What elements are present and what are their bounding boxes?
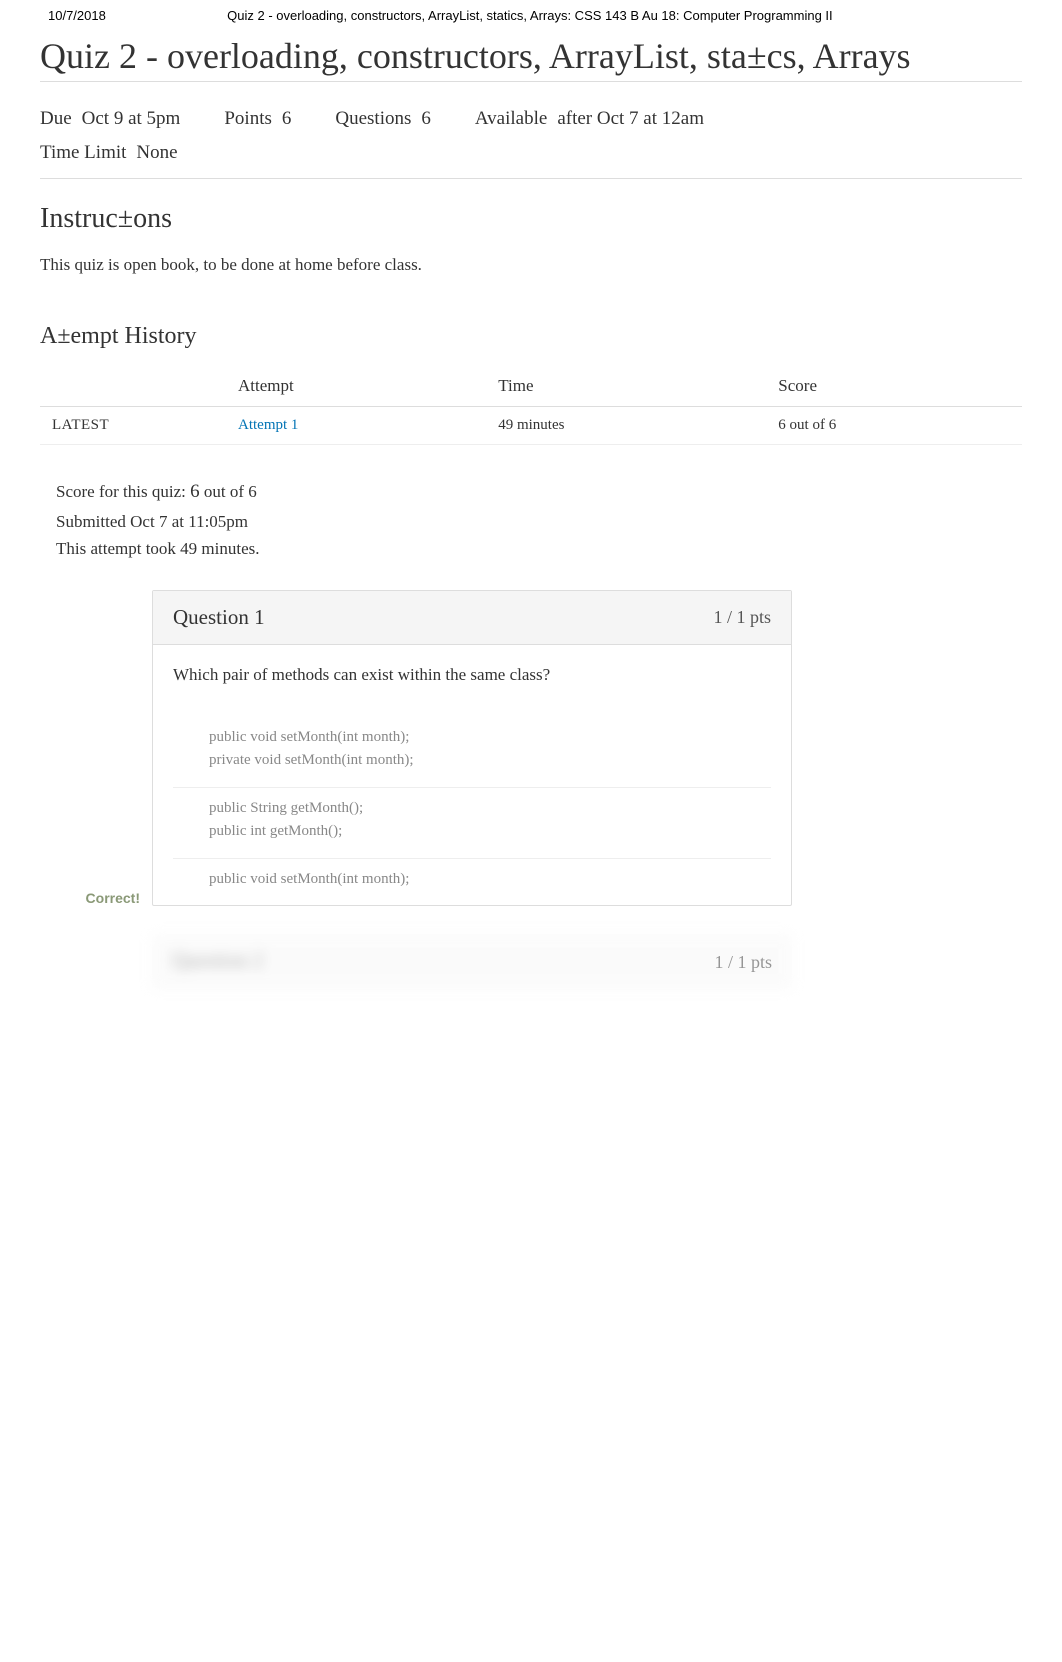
question-sidebar <box>40 934 152 1234</box>
meta-due-label: Due <box>40 102 72 136</box>
meta-available-value: after Oct 7 at 12am <box>557 102 704 136</box>
meta-points-label: Points <box>224 102 272 136</box>
attempt-time: 49 minutes <box>490 407 770 445</box>
meta-due-value: Oct 9 at 5pm <box>82 102 181 136</box>
submitted-line: Submitted Oct 7 at 11:05pm <box>56 508 1022 535</box>
attempt-link[interactable]: Attempt 1 <box>238 417 298 433</box>
latest-badge: LATEST <box>40 407 230 445</box>
meta-points-value: 6 <box>282 102 292 136</box>
question-container-blurred: 1 / 1 pts Question 2 <box>40 934 1022 1234</box>
score-value: 6 <box>190 481 200 502</box>
took-line: This attempt took 49 minutes. <box>56 535 1022 562</box>
meta-timelimit-value: None <box>136 136 177 170</box>
answer-line: public String getMonth(); <box>209 800 771 817</box>
attempt-score: 6 out of 6 <box>770 407 1022 445</box>
answer-line: public int getMonth(); <box>209 823 771 840</box>
answer-line: public void setMonth(int month); <box>209 871 771 886</box>
question-title: Question 2 <box>172 948 264 973</box>
print-breadcrumb: Quiz 2 - overloading, constructors, Arra… <box>106 8 954 23</box>
answer-line: public void setMonth(int month); <box>209 729 771 746</box>
meta-questions-value: 6 <box>421 102 431 136</box>
question-header: Question 1 1 / 1 pts <box>153 591 791 645</box>
meta-questions: Questions 6 <box>335 102 431 136</box>
correct-badge: Correct! <box>40 890 152 906</box>
answer-option: public void setMonth(int month); <box>173 858 771 886</box>
col-attempt: Attempt <box>230 366 490 407</box>
col-blank <box>40 366 230 407</box>
quiz-meta: Due Oct 9 at 5pm Points 6 Questions 6 Av… <box>40 94 1022 179</box>
question-text: Which pair of methods can exist within t… <box>173 665 771 685</box>
score-suffix: out of 6 <box>204 482 257 501</box>
question-sidebar: Correct! <box>40 590 152 906</box>
question-header: Question 2 <box>152 934 792 988</box>
answer-option: public void setMonth(int month); private… <box>173 717 771 787</box>
meta-timelimit: Time Limit None <box>40 136 178 170</box>
meta-questions-label: Questions <box>335 102 411 136</box>
col-time: Time <box>490 366 770 407</box>
instructions-title: Instruc±ons <box>40 203 1022 235</box>
table-row: LATEST Attempt 1 49 minutes 6 out of 6 <box>40 407 1022 445</box>
answer-option: public String getMonth(); public int get… <box>173 787 771 858</box>
question-container: Correct! Question 1 1 / 1 pts Which pair… <box>40 590 1022 906</box>
print-date: 10/7/2018 <box>48 8 106 23</box>
question-points: 1 / 1 pts <box>713 607 771 628</box>
meta-points: Points 6 <box>224 102 291 136</box>
instructions-body: This quiz is open book, to be done at ho… <box>40 255 1022 275</box>
question-body <box>152 988 792 1048</box>
attempt-history-table: Attempt Time Score LATEST Attempt 1 49 m… <box>40 366 1022 445</box>
question-box: Question 1 1 / 1 pts Which pair of metho… <box>152 590 792 906</box>
meta-due: Due Oct 9 at 5pm <box>40 102 180 136</box>
question-box: 1 / 1 pts Question 2 <box>152 934 792 1234</box>
question-title: Question 1 <box>173 605 265 630</box>
score-label: Score for this quiz: <box>56 482 190 501</box>
answer-line: private void setMonth(int month); <box>209 752 771 769</box>
meta-timelimit-label: Time Limit <box>40 136 126 170</box>
print-header: 10/7/2018 Quiz 2 - overloading, construc… <box>0 0 1062 27</box>
meta-available-label: Available <box>475 102 547 136</box>
meta-available: Available after Oct 7 at 12am <box>475 102 704 136</box>
score-summary: Score for this quiz: 6 out of 6 Submitte… <box>40 477 1022 562</box>
question-body: Which pair of methods can exist within t… <box>153 645 791 892</box>
attempt-history-title: A±empt History <box>40 323 1022 350</box>
page-title: Quiz 2 - overloading, constructors, Arra… <box>40 35 1022 82</box>
col-score: Score <box>770 366 1022 407</box>
